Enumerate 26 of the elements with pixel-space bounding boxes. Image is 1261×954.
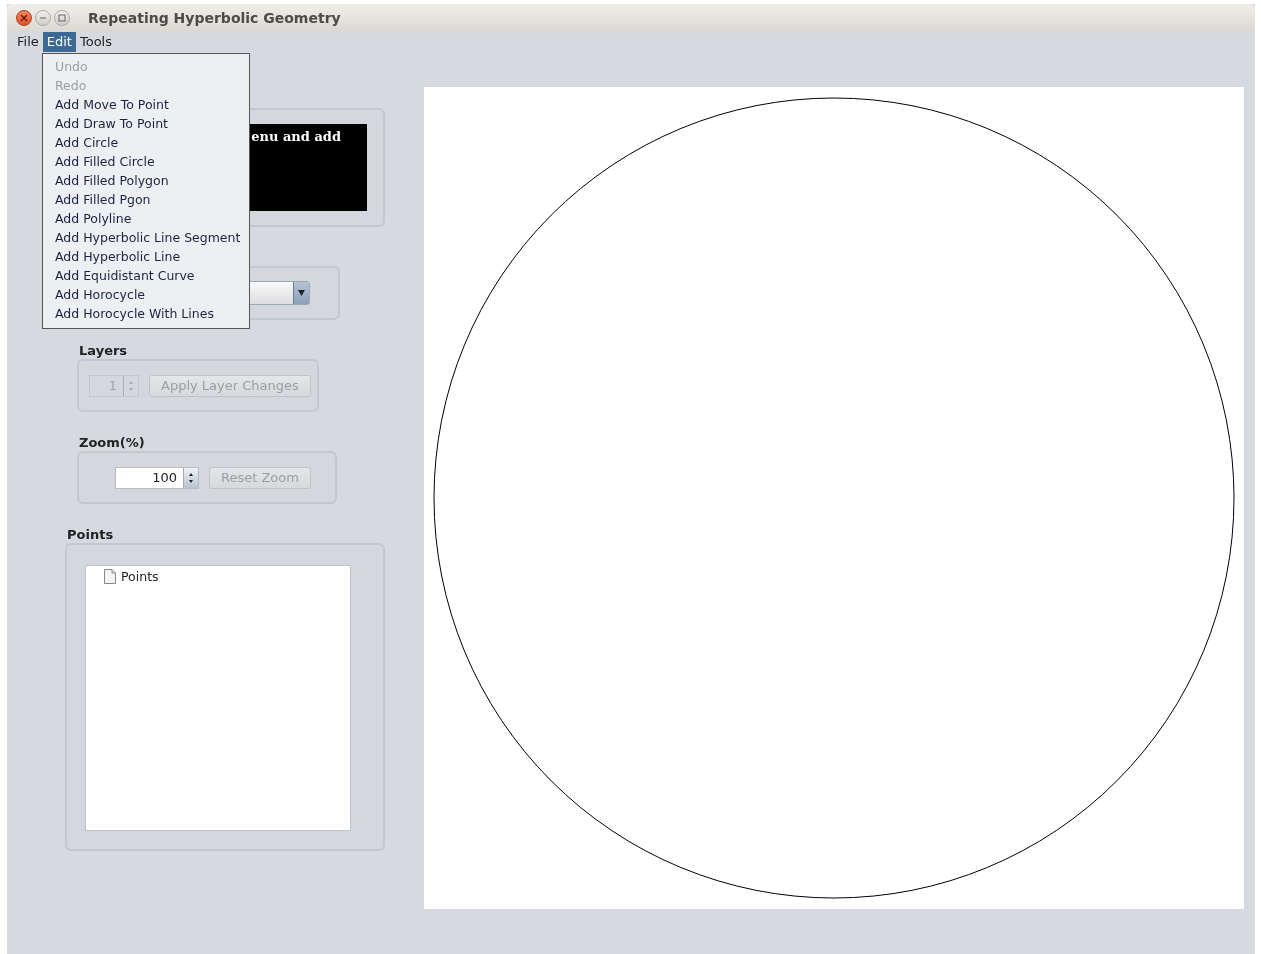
close-icon[interactable] xyxy=(16,9,32,26)
menu-option[interactable]: Add Hyperbolic Line xyxy=(43,247,249,266)
menu-option[interactable]: Add Draw To Point xyxy=(43,114,249,133)
menu-option[interactable]: Add Filled Circle xyxy=(43,152,249,171)
menu-option[interactable]: Add Horocycle xyxy=(43,285,249,304)
window-title: Repeating Hyperbolic Geometry xyxy=(88,9,341,26)
maximize-icon[interactable] xyxy=(54,9,70,26)
message-text: enu and add xyxy=(251,129,341,144)
menu-option[interactable]: Add Filled Pgon xyxy=(43,190,249,209)
tree-item[interactable]: Points xyxy=(104,569,350,584)
menu-option[interactable]: Add Horocycle With Lines xyxy=(43,304,249,323)
menu-option[interactable]: Add Circle xyxy=(43,133,249,152)
section-label: Zoom(%) xyxy=(79,435,145,450)
menu-option[interactable]: Add Equidistant Curve xyxy=(43,266,249,285)
menu-option[interactable]: Add Hyperbolic Line Segment xyxy=(43,228,249,247)
zoom-spinner[interactable]: 100 xyxy=(115,466,199,489)
menu-item[interactable]: Edit xyxy=(42,32,76,52)
menu-option[interactable]: Add Move To Point xyxy=(43,95,249,114)
file-icon xyxy=(104,569,116,584)
menu-item[interactable]: Tools xyxy=(75,32,116,52)
dropdown-arrow-icon xyxy=(298,290,305,296)
menu-option[interactable]: Add Filled Polygon xyxy=(43,171,249,190)
section-label: Points xyxy=(67,527,114,542)
menu-option[interactable]: Add Polyline xyxy=(43,209,249,228)
section-label: Layers xyxy=(79,343,128,358)
menu-item[interactable]: File xyxy=(13,32,43,52)
